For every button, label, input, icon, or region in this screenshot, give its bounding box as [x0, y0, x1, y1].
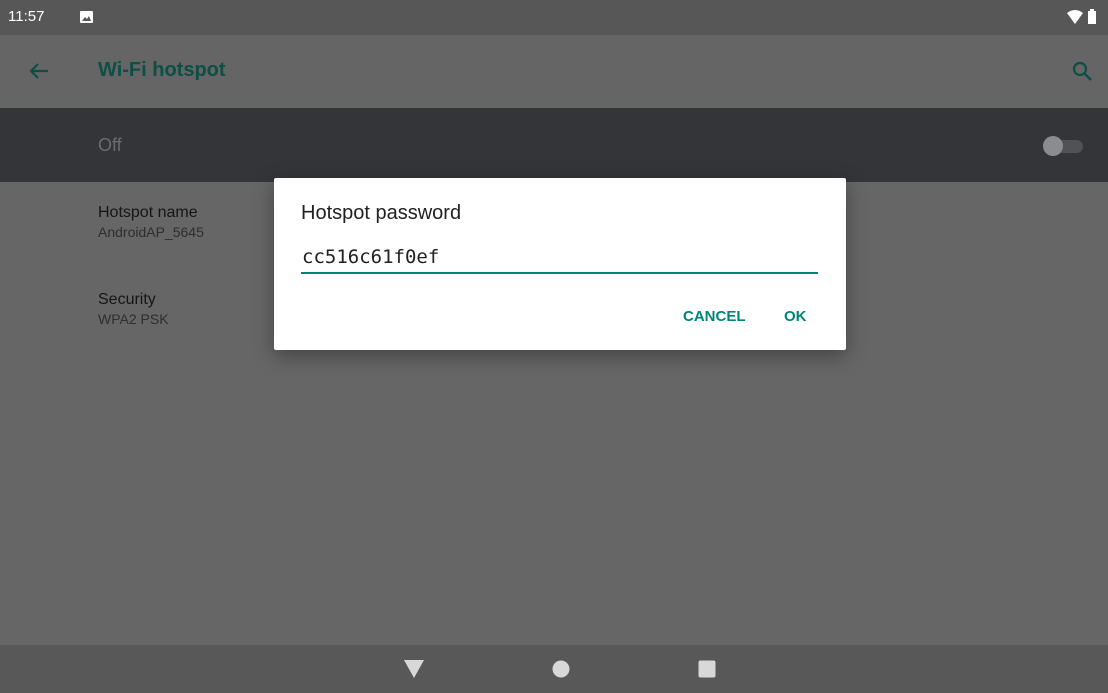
pref-summary: AndroidAP_5645 [98, 224, 204, 240]
toggle-thumb [1043, 136, 1063, 156]
pref-title: Security [98, 291, 156, 308]
battery-icon [1088, 9, 1096, 24]
ok-button[interactable]: OK [784, 308, 807, 325]
password-dialog: Hotspot password CANCEL OK [274, 178, 846, 350]
cancel-button[interactable]: CANCEL [683, 308, 746, 325]
pref-hotspot-name[interactable]: Hotspot name AndroidAP_5645 [98, 203, 204, 241]
nav-back-icon[interactable] [404, 660, 424, 678]
nav-recents-icon[interactable] [698, 660, 716, 678]
pref-title: Hotspot name [98, 204, 198, 221]
nav-home-icon[interactable] [552, 660, 570, 678]
password-input[interactable] [301, 242, 818, 274]
screen: 11:57 Wi-Fi hotspot Off Hotspot name And… [0, 0, 1108, 693]
navigation-bar [0, 645, 1108, 693]
back-arrow-icon[interactable] [28, 60, 50, 82]
wifi-icon [1067, 10, 1083, 24]
hotspot-toggle[interactable] [1043, 136, 1085, 156]
status-bar: 11:57 [0, 0, 1108, 35]
search-icon[interactable] [1072, 61, 1092, 81]
dialog-title: Hotspot password [301, 202, 462, 224]
page-title: Wi-Fi hotspot [98, 59, 226, 81]
status-time: 11:57 [8, 8, 45, 25]
pref-security[interactable]: Security WPA2 PSK [98, 290, 169, 328]
pref-summary: WPA2 PSK [98, 311, 169, 327]
switch-label: Off [98, 135, 122, 155]
image-notification-icon [80, 11, 93, 23]
app-bar: Wi-Fi hotspot [0, 35, 1108, 108]
hotspot-switch-bar[interactable]: Off [0, 108, 1108, 182]
